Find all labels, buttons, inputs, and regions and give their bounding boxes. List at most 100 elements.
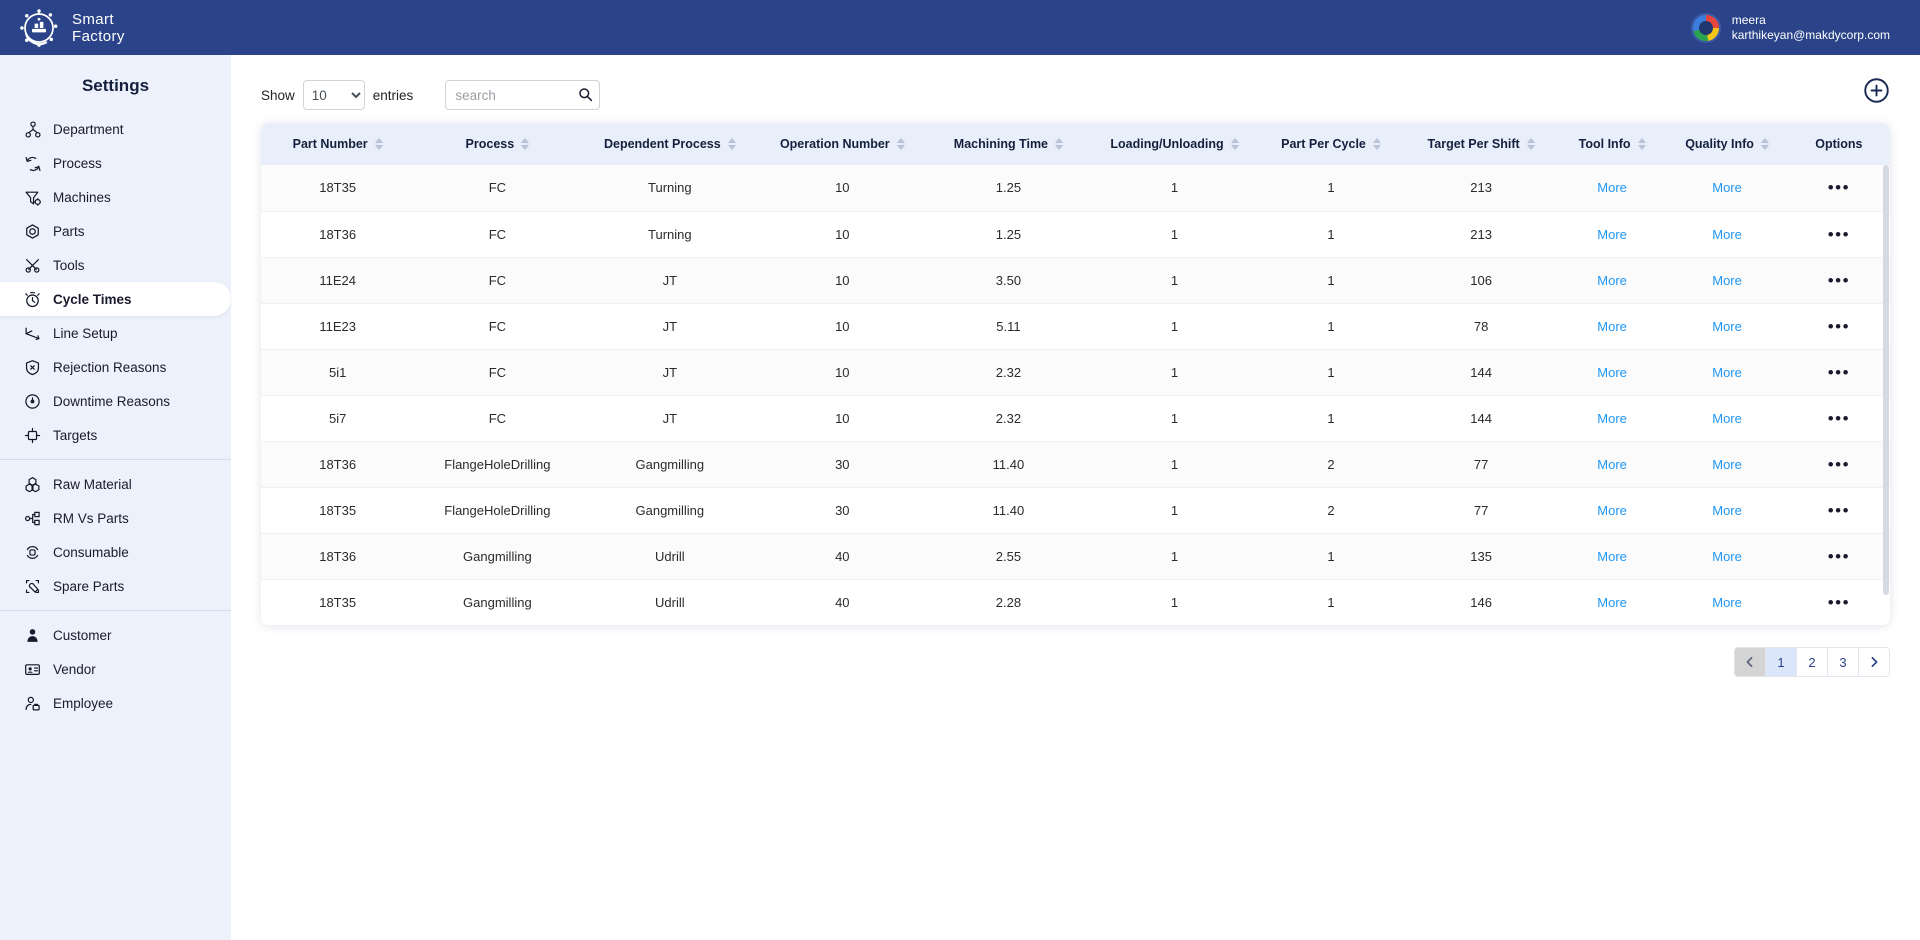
entries-select[interactable]: 102550100 xyxy=(302,80,365,110)
pagination-page-3[interactable]: 3 xyxy=(1827,647,1859,677)
tool-info-more-link[interactable]: More xyxy=(1597,273,1627,288)
sidebar-item-machines[interactable]: Machines xyxy=(0,180,231,214)
pagination-next-button[interactable] xyxy=(1858,647,1890,677)
sidebar-item-tools[interactable]: Tools xyxy=(0,248,231,282)
quality-info-more-link[interactable]: More xyxy=(1712,457,1742,472)
table-row[interactable]: 5i1 FC JT 10 2.32 1 1 144 More More ••• xyxy=(261,349,1890,396)
tool-info-more-link[interactable]: More xyxy=(1597,227,1627,242)
column-header-dependent-process[interactable]: Dependent Process xyxy=(580,123,760,165)
table-row[interactable]: 18T35 FC Turning 10 1.25 1 1 213 More More ••• xyxy=(261,165,1890,212)
column-header-machining-time[interactable]: Machining Time xyxy=(925,123,1092,165)
quality-info-more-link[interactable]: More xyxy=(1712,273,1742,288)
ellipsis-icon[interactable]: ••• xyxy=(1828,178,1850,197)
ellipsis-icon[interactable]: ••• xyxy=(1828,455,1850,474)
tool-info-more-link[interactable]: More xyxy=(1597,319,1627,334)
tool-info-more-link[interactable]: More xyxy=(1597,457,1627,472)
pagination-prev-button[interactable] xyxy=(1734,647,1766,677)
clock-dot-icon xyxy=(24,393,41,410)
column-header-loading-unloading[interactable]: Loading/Unloading xyxy=(1091,123,1258,165)
ellipsis-icon[interactable]: ••• xyxy=(1828,501,1850,520)
table-scrollbar-thumb[interactable] xyxy=(1883,165,1889,595)
sort-toggle-icon[interactable] xyxy=(896,138,905,150)
sort-toggle-icon[interactable] xyxy=(1372,138,1381,150)
sidebar-item-targets[interactable]: Targets xyxy=(0,418,231,452)
table-row[interactable]: 5i7 FC JT 10 2.32 1 1 144 More More ••• xyxy=(261,395,1890,442)
cell-loading-unloading: 1 xyxy=(1091,533,1258,580)
column-header-part-per-cycle[interactable]: Part Per Cycle xyxy=(1257,123,1405,165)
ellipsis-icon[interactable]: ••• xyxy=(1828,593,1850,612)
add-record-button[interactable] xyxy=(1863,77,1890,104)
cell-quality-info: More xyxy=(1666,349,1788,396)
tool-info-more-link[interactable]: More xyxy=(1597,411,1627,426)
ellipsis-icon[interactable]: ••• xyxy=(1828,547,1850,566)
ellipsis-icon[interactable]: ••• xyxy=(1828,225,1850,244)
sort-toggle-icon[interactable] xyxy=(727,138,736,150)
avatar xyxy=(1690,12,1721,43)
quality-info-more-link[interactable]: More xyxy=(1712,365,1742,380)
quality-info-more-link[interactable]: More xyxy=(1712,595,1742,610)
column-header-part-number[interactable]: Part Number xyxy=(261,123,415,165)
cell-machining-time: 2.28 xyxy=(995,594,1022,610)
cell-dependent-process: JT xyxy=(580,395,760,442)
sidebar-item-spare-parts[interactable]: Spare Parts xyxy=(0,569,231,603)
quality-info-more-link[interactable]: More xyxy=(1712,411,1742,426)
quality-info-more-link[interactable]: More xyxy=(1712,180,1742,195)
sort-toggle-icon[interactable] xyxy=(1637,138,1646,150)
column-header-operation-number[interactable]: Operation Number xyxy=(759,123,926,165)
tool-info-more-link[interactable]: More xyxy=(1597,595,1627,610)
tool-info-more-link[interactable]: More xyxy=(1597,549,1627,564)
table-row[interactable]: 11E23 FC JT 10 5.11 1 1 78 More More ••• xyxy=(261,303,1890,350)
column-header-tool-info[interactable]: Tool Info xyxy=(1557,123,1667,165)
sort-toggle-icon[interactable] xyxy=(1760,138,1769,150)
sidebar-item-employee[interactable]: Employee xyxy=(0,686,231,720)
table-row[interactable]: 11E24 FC JT 10 3.50 1 1 106 More More ••• xyxy=(261,257,1890,304)
pagination-page-2[interactable]: 2 xyxy=(1796,647,1828,677)
pagination-page-1[interactable]: 1 xyxy=(1765,647,1797,677)
cell-dependent-process: Udrill xyxy=(655,594,685,610)
sort-toggle-icon[interactable] xyxy=(1526,138,1535,150)
sidebar-item-customer[interactable]: Customer xyxy=(0,618,231,652)
column-header-process[interactable]: Process xyxy=(414,123,581,165)
sidebar-item-consumable[interactable]: Consumable xyxy=(0,535,231,569)
sidebar-item-line-setup[interactable]: Line Setup xyxy=(0,316,231,350)
brand[interactable]: Smart Factory xyxy=(0,7,125,49)
search-icon[interactable] xyxy=(578,87,593,102)
quality-info-more-link[interactable]: More xyxy=(1712,549,1742,564)
sort-toggle-icon[interactable] xyxy=(521,138,530,150)
sidebar-item-process[interactable]: Process xyxy=(0,146,231,180)
sort-toggle-icon[interactable] xyxy=(1230,138,1239,150)
table-row[interactable]: 18T35 Gangmilling Udrill 40 2.28 1 1 146 More Mor… xyxy=(261,579,1890,625)
sidebar-item-rm-vs-parts[interactable]: RM Vs Parts xyxy=(0,501,231,535)
column-header-quality-info[interactable]: Quality Info xyxy=(1666,123,1788,165)
sort-toggle-icon[interactable] xyxy=(1055,138,1064,150)
sidebar-item-label: Customer xyxy=(53,627,112,643)
ellipsis-icon[interactable]: ••• xyxy=(1828,317,1850,336)
quality-info-more-link[interactable]: More xyxy=(1712,319,1742,334)
user-menu[interactable]: meera karthikeyan@makdycorp.com xyxy=(1690,12,1920,43)
cell-quality-info: More xyxy=(1666,211,1788,258)
quality-info-more-link[interactable]: More xyxy=(1712,227,1742,242)
table-scrollbar[interactable] xyxy=(1883,165,1889,595)
table-row[interactable]: 18T36 FC Turning 10 1.25 1 1 213 More More ••• xyxy=(261,211,1890,258)
search-input[interactable] xyxy=(445,80,601,110)
ellipsis-icon[interactable]: ••• xyxy=(1828,271,1850,290)
ellipsis-icon[interactable]: ••• xyxy=(1828,409,1850,428)
tool-info-more-link[interactable]: More xyxy=(1597,503,1627,518)
table-row[interactable]: 18T36 FlangeHoleDrilling Gangmilling 30 11.4… xyxy=(261,441,1890,488)
table-row[interactable]: 18T36 Gangmilling Udrill 40 2.55 1 1 135 More Mor… xyxy=(261,533,1890,580)
sidebar-item-rejection-reasons[interactable]: Rejection Reasons xyxy=(0,350,231,384)
sidebar-item-department[interactable]: Department xyxy=(0,112,231,146)
ellipsis-icon[interactable]: ••• xyxy=(1828,363,1850,382)
quality-info-more-link[interactable]: More xyxy=(1712,503,1742,518)
sort-toggle-icon[interactable] xyxy=(374,138,383,150)
sidebar-item-parts[interactable]: Parts xyxy=(0,214,231,248)
sidebar-item-downtime-reasons[interactable]: Downtime Reasons xyxy=(0,384,231,418)
column-header-target-per-shift[interactable]: Target Per Shift xyxy=(1404,123,1558,165)
tool-info-more-link[interactable]: More xyxy=(1597,180,1627,195)
sidebar-item-raw-material[interactable]: Raw Material xyxy=(0,467,231,501)
tool-info-more-link[interactable]: More xyxy=(1597,365,1627,380)
sidebar-item-label: Department xyxy=(53,121,124,137)
sidebar-item-vendor[interactable]: Vendor xyxy=(0,652,231,686)
sidebar-item-cycle-times[interactable]: Cycle Times xyxy=(0,282,231,316)
table-row[interactable]: 18T35 FlangeHoleDrilling Gangmilling 30 11.4… xyxy=(261,487,1890,534)
